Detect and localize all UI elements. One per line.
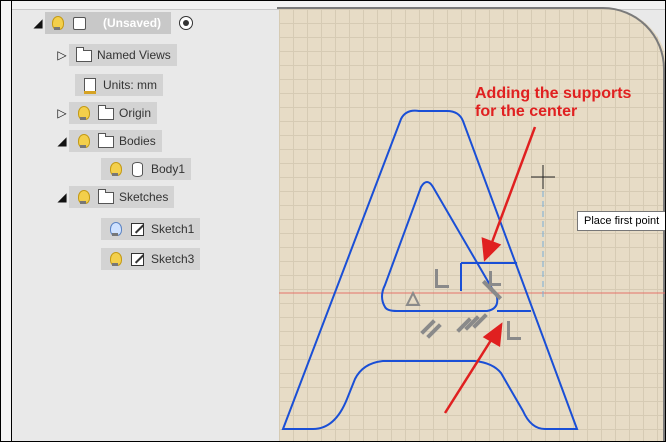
body-icon xyxy=(129,161,145,177)
annotation-arrows xyxy=(443,126,537,414)
tree-item-body1[interactable]: Body1 xyxy=(101,157,192,181)
tree-item-sketch3[interactable]: Sketch3 xyxy=(101,247,201,271)
annotation-line-1: Adding the supports xyxy=(475,85,632,102)
lightbulb-icon[interactable] xyxy=(107,161,123,177)
expand-triangle-icon[interactable]: ▷ xyxy=(55,106,69,120)
tree-item-sketch1[interactable]: Sketch1 xyxy=(101,217,201,241)
tree-item-origin[interactable]: ▷ Origin xyxy=(55,101,158,125)
folder-icon xyxy=(75,47,92,63)
tree-item-label: Bodies xyxy=(119,134,156,148)
collapse-triangle-icon[interactable]: ◢ xyxy=(55,190,69,204)
tooltip: Place first point xyxy=(577,211,665,231)
tree-item-label: Origin xyxy=(119,106,152,120)
lightbulb-icon[interactable] xyxy=(49,15,65,31)
tree-item-sketches[interactable]: ◢ Sketches xyxy=(55,185,175,209)
sketch-icon xyxy=(129,221,145,237)
letter-a-outer[interactable] xyxy=(281,109,579,430)
tree-item-label: Named Views xyxy=(97,48,171,62)
tree-item-units[interactable]: Units: mm xyxy=(75,73,163,97)
tree-item-bodies[interactable]: ◢ Bodies xyxy=(55,129,162,153)
lightbulb-icon[interactable] xyxy=(75,133,91,149)
units-document-icon xyxy=(81,77,97,94)
expand-triangle-icon[interactable]: ▷ xyxy=(55,48,69,62)
constraint-icons xyxy=(405,269,521,340)
app-window: Adding the supports for the center Place… xyxy=(0,0,666,442)
lightbulb-icon[interactable] xyxy=(75,105,91,121)
activate-radio-icon[interactable] xyxy=(179,16,194,30)
tree-item-named-views[interactable]: ▷ Named Views xyxy=(55,43,177,67)
sketch-icon xyxy=(129,251,145,267)
folder-icon xyxy=(97,189,114,205)
lightbulb-icon[interactable] xyxy=(75,189,91,205)
annotation-line-2: for the center xyxy=(475,103,578,120)
crosshair-cursor xyxy=(531,165,555,189)
tree-item-label: Sketches xyxy=(119,190,169,204)
letter-a-counter[interactable] xyxy=(381,181,499,312)
collapse-triangle-icon[interactable]: ◢ xyxy=(55,134,69,148)
lightbulb-icon[interactable] xyxy=(107,251,123,267)
root-label: (Unsaved) xyxy=(103,16,162,30)
tree-item-label: Sketch1 xyxy=(151,222,195,236)
lightbulb-off-icon[interactable] xyxy=(107,221,123,237)
collapse-triangle-icon[interactable]: ◢ xyxy=(31,16,45,30)
tree-item-label: Units: mm xyxy=(103,78,157,92)
folder-icon xyxy=(97,133,114,149)
annotation-text: Adding the supports for the center xyxy=(475,85,631,121)
tree-item-label: Sketch3 xyxy=(151,252,195,266)
folder-icon xyxy=(97,105,114,121)
component-icon xyxy=(71,15,87,31)
tree-root[interactable]: ◢ (Unsaved) xyxy=(31,11,194,35)
tree-item-label: Body1 xyxy=(151,162,186,176)
